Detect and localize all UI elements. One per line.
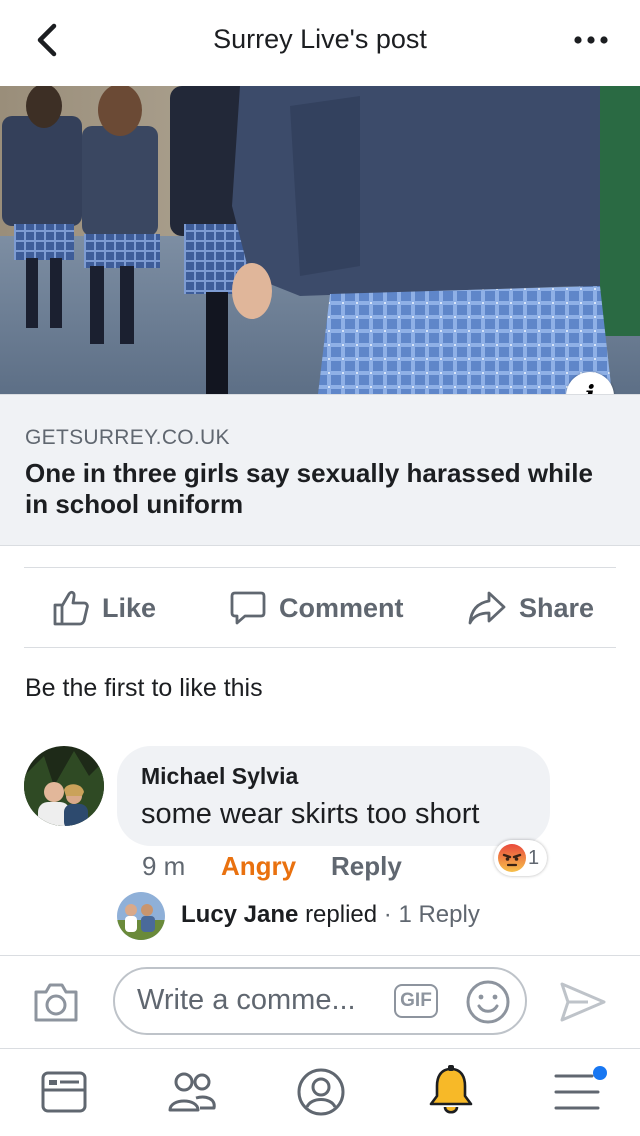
reply-verb: replied	[305, 901, 378, 928]
tab-notifications[interactable]	[426, 1064, 476, 1123]
reply-preview[interactable]: Lucy Jane replied · 1 Reply	[181, 901, 480, 929]
avatar[interactable]	[117, 892, 165, 940]
comment-icon	[230, 591, 266, 625]
send-button[interactable]	[558, 980, 608, 1029]
comment-label: Comment	[279, 592, 404, 623]
tab-news-feed[interactable]	[40, 1068, 88, 1121]
reply-button[interactable]: Reply	[331, 851, 402, 882]
camera-icon	[34, 983, 78, 1022]
news-feed-icon	[41, 1071, 87, 1113]
like-button[interactable]: Like	[52, 585, 156, 631]
emoji-button[interactable]	[465, 979, 511, 1030]
reply-author: Lucy Jane	[181, 901, 299, 928]
profile-icon	[297, 1068, 345, 1116]
bell-icon	[429, 1065, 473, 1114]
page-title: Surrey Live's post	[213, 24, 427, 54]
divider	[24, 567, 616, 568]
post-image[interactable]	[0, 86, 640, 394]
groups-icon	[168, 1072, 216, 1112]
camera-button[interactable]	[32, 980, 80, 1029]
reply-count: 1 Reply	[398, 901, 480, 928]
reaction-count: 1	[528, 846, 540, 869]
link-title: One in three girls say sexually harassed…	[25, 458, 593, 519]
smiley-icon	[466, 980, 510, 1024]
divider	[24, 647, 616, 648]
reaction-count-badge[interactable]: 1	[494, 840, 548, 876]
share-button[interactable]: Share	[467, 585, 594, 631]
comment-bubble[interactable]	[117, 746, 550, 846]
comment-author[interactable]: Michael Sylvia	[141, 763, 298, 790]
more-horizontal-icon	[574, 36, 608, 44]
angry-emoji-icon	[498, 844, 526, 872]
angry-reaction-button[interactable]: Angry	[221, 851, 296, 882]
tab-profile[interactable]	[295, 1066, 347, 1123]
comment-input-placeholder[interactable]: Write a comme...	[137, 984, 356, 1017]
avatar[interactable]	[24, 746, 104, 826]
comment-button[interactable]: Comment	[229, 585, 404, 631]
more-options-button[interactable]	[566, 22, 616, 58]
reply-separator: ·	[383, 901, 392, 928]
menu-icon	[554, 1066, 607, 1110]
like-label: Like	[102, 592, 157, 623]
link-domain: GETSURREY.CO.UK	[25, 426, 230, 449]
thumbs-up-icon	[53, 590, 89, 626]
send-icon	[560, 982, 606, 1022]
tab-groups[interactable]	[166, 1068, 218, 1121]
replier-photo	[117, 892, 165, 940]
share-label: Share	[519, 592, 595, 623]
comment-text: some wear skirts too short	[141, 798, 480, 830]
comment-time: 9 m	[142, 851, 186, 881]
gif-button[interactable]: GIF	[394, 984, 438, 1018]
likes-summary: Be the first to like this	[25, 674, 263, 702]
school-uniform-photo	[0, 86, 640, 394]
share-icon	[468, 591, 506, 625]
tab-menu[interactable]	[552, 1066, 610, 1121]
commenter-photo	[24, 746, 104, 826]
